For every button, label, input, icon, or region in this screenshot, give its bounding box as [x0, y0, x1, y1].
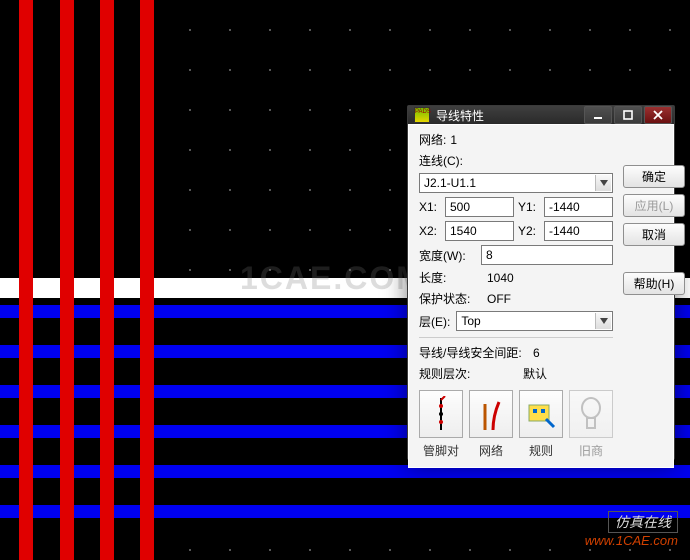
layer-value: Top [461, 314, 480, 328]
y2-label: Y2: [518, 224, 540, 238]
x2-label: X2: [419, 224, 441, 238]
layer-label: 层(E): [419, 313, 450, 330]
length-label: 长度: [419, 269, 477, 286]
trace-vertical [100, 0, 114, 560]
rule-caption: 规则 [519, 442, 563, 459]
y1-label: Y1: [518, 200, 540, 214]
titlebar[interactable]: PADS 导线特性 [408, 106, 674, 124]
watermark-center: 1CAE.COM [240, 260, 425, 297]
app-icon: PADS [414, 107, 430, 123]
close-button[interactable] [644, 106, 672, 124]
net-icon-button[interactable] [469, 390, 513, 438]
watermark-tag: 仿真在线 [608, 511, 678, 533]
connection-label: 连线(C): [419, 152, 463, 169]
maximize-button[interactable] [614, 106, 642, 124]
cancel-button[interactable]: 取消 [623, 223, 685, 246]
net-value: 1 [450, 133, 457, 147]
rule-icon-button[interactable] [519, 390, 563, 438]
ok-button[interactable]: 确定 [623, 165, 685, 188]
x1-label: X1: [419, 200, 441, 214]
net-caption: 网络 [469, 442, 513, 459]
layer-combo[interactable]: Top [456, 311, 613, 331]
x1-input[interactable]: 500 [445, 197, 514, 217]
trace-properties-dialog: PADS 导线特性 网络: 1 连线(C): J2.1-U1.1 [407, 105, 675, 460]
reason-icon-button[interactable] [569, 390, 613, 438]
connection-combo[interactable]: J2.1-U1.1 [419, 173, 613, 193]
chevron-down-icon [595, 175, 611, 191]
help-button[interactable]: 帮助(H) [623, 272, 685, 295]
protect-label: 保护状态: [419, 290, 477, 307]
y2-input[interactable]: -1440 [544, 221, 613, 241]
minimize-button[interactable] [584, 106, 612, 124]
chevron-down-icon [595, 313, 611, 329]
rule-layer-label: 规则层次: [419, 365, 479, 382]
reason-caption: 旧商 [569, 442, 613, 459]
clearance-label: 导线/导线安全间距: [419, 344, 529, 361]
protect-value: OFF [481, 292, 613, 306]
watermark-bottom: 仿真在线 www.1CAE.com [585, 511, 678, 550]
pinpair-caption: 管脚对 [419, 442, 463, 459]
net-label: 网络: [419, 131, 446, 148]
width-label: 宽度(W): [419, 247, 477, 264]
trace-vertical [19, 0, 33, 560]
clearance-value: 6 [533, 346, 540, 360]
rule-layer-value: 默认 [523, 365, 547, 382]
width-input[interactable]: 8 [481, 245, 613, 265]
connection-value: J2.1-U1.1 [424, 176, 476, 190]
separator [419, 337, 613, 338]
length-value: 1040 [481, 271, 613, 285]
pinpair-icon-button[interactable] [419, 390, 463, 438]
trace-vertical [140, 0, 154, 560]
watermark-url: www.1CAE.com [585, 533, 678, 550]
window-title: 导线特性 [436, 107, 584, 124]
y1-input[interactable]: -1440 [544, 197, 613, 217]
x2-input[interactable]: 1540 [445, 221, 514, 241]
apply-button[interactable]: 应用(L) [623, 194, 685, 217]
trace-vertical [60, 0, 74, 560]
